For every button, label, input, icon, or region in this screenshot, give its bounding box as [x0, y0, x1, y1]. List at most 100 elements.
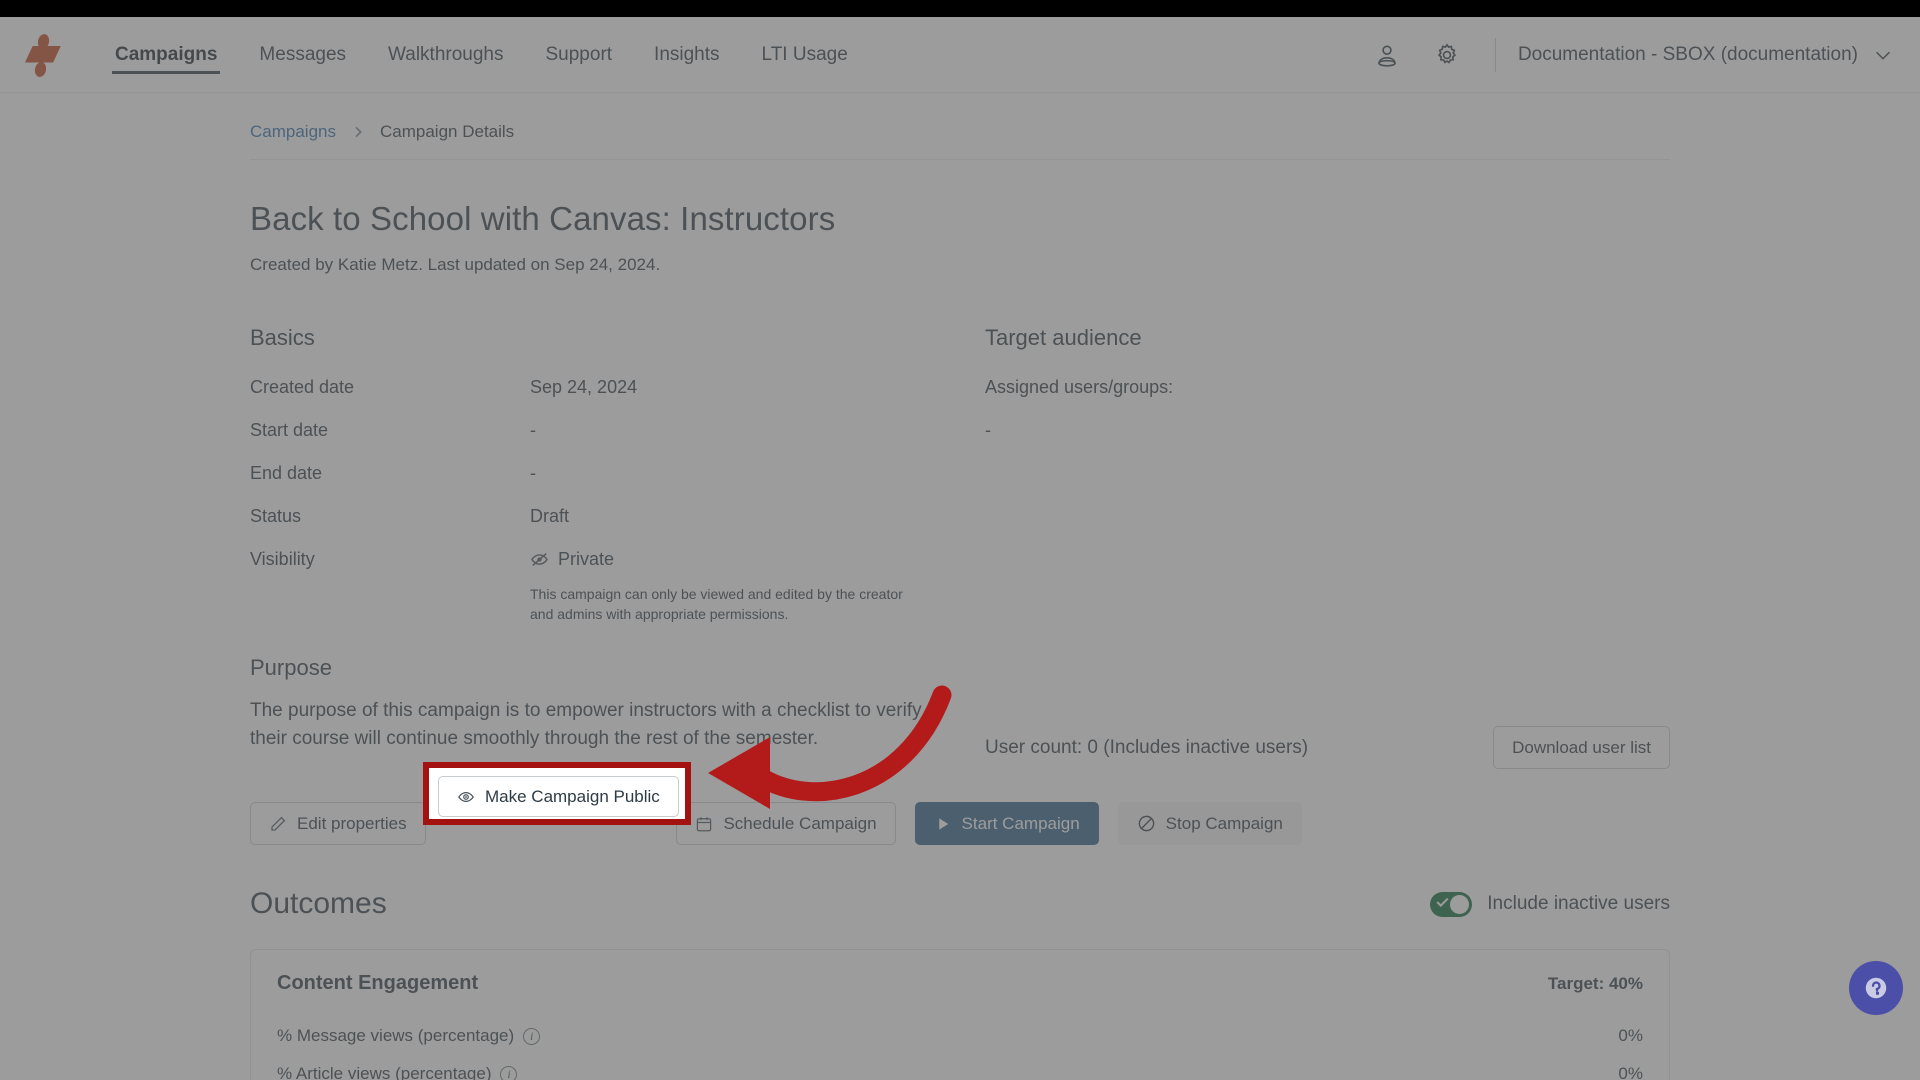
- nav-tab-support[interactable]: Support: [525, 17, 634, 93]
- app-screenshot: Campaigns Messages Walkthroughs Support …: [0, 0, 1920, 1080]
- highlight-box: Make Campaign Public: [423, 762, 691, 825]
- stop-campaign-button[interactable]: Stop Campaign: [1117, 802, 1302, 845]
- edit-properties-label: Edit properties: [297, 813, 407, 833]
- checkmark-icon: [1436, 894, 1449, 907]
- brand-logo[interactable]: [22, 32, 66, 78]
- include-inactive-users-toggle[interactable]: Include inactive users: [1430, 891, 1670, 917]
- user-count-text: User count: 0 (Includes inactive users): [985, 736, 1309, 758]
- no-entry-icon: [1138, 815, 1155, 832]
- breadcrumb-divider: [250, 159, 1670, 160]
- page-title: Back to School with Canvas: Instructors: [250, 200, 836, 237]
- visibility-value: Private: [558, 549, 615, 569]
- nav-tab-lti-usage[interactable]: LTI Usage: [741, 17, 869, 93]
- download-user-list-label: Download user list: [1512, 737, 1651, 757]
- make-campaign-public-label: Make Campaign Public: [485, 786, 660, 806]
- basics-value: -: [530, 463, 536, 483]
- make-campaign-public-button[interactable]: Make Campaign Public: [438, 776, 679, 817]
- nav-tab-campaigns[interactable]: Campaigns: [94, 17, 238, 93]
- assigned-users-value: -: [985, 420, 991, 440]
- user-icon[interactable]: [1365, 33, 1409, 77]
- nav-tab-insights[interactable]: Insights: [633, 17, 740, 93]
- nav-tab-support-label: Support: [545, 43, 613, 65]
- page-content: Campaigns Campaign Details Back to Schoo…: [0, 93, 1920, 1080]
- download-user-list-button[interactable]: Download user list: [1493, 726, 1670, 769]
- stop-campaign-label: Stop Campaign: [1165, 813, 1283, 833]
- nav-divider: [1494, 37, 1496, 72]
- info-icon[interactable]: i: [500, 1065, 518, 1080]
- assigned-users-label: Assigned users/groups:: [985, 377, 1174, 397]
- eye-slash-icon: [531, 552, 548, 567]
- assigned-users-value-row: -: [985, 420, 1670, 441]
- chat-help-icon: [1865, 977, 1887, 999]
- content-engagement-target: Target: 40%: [1547, 974, 1643, 993]
- chevron-down-icon: [1876, 51, 1890, 60]
- account-switcher[interactable]: Documentation - SBOX (documentation): [1518, 44, 1894, 66]
- basics-value: Draft: [530, 506, 570, 526]
- metric-label: % Message views (percentage): [277, 1026, 515, 1045]
- main-nav-tabs: Campaigns Messages Walkthroughs Support …: [94, 17, 869, 93]
- breadcrumb-link-campaigns[interactable]: Campaigns: [250, 122, 336, 142]
- nav-tab-lti-usage-label: LTI Usage: [761, 43, 848, 65]
- letterbox-top: [0, 0, 1920, 17]
- basics-row-created-date: Created date Sep 24, 2024: [250, 377, 985, 398]
- content-engagement-card: Content Engagement Target: 40% % Message…: [250, 949, 1670, 1080]
- toggle-switch[interactable]: [1430, 891, 1473, 917]
- page-subtitle: Created by Katie Metz. Last updated on S…: [250, 255, 661, 274]
- basics-row-start-date: Start date -: [250, 420, 985, 441]
- outcomes-header-row: Outcomes Include inactive users: [250, 887, 1670, 921]
- basics-label: Created date: [250, 377, 355, 397]
- nav-tab-messages-label: Messages: [259, 43, 347, 65]
- target-audience-heading: Target audience: [985, 325, 1142, 350]
- basics-row-visibility: Visibility Private This campaign can onl…: [250, 549, 985, 625]
- metric-row: % Message views (percentage) i 0%: [277, 1017, 1643, 1055]
- basics-heading: Basics: [250, 325, 315, 350]
- basics-label: Start date: [250, 420, 329, 440]
- metric-value: 0%: [1618, 1064, 1643, 1080]
- nav-tab-insights-label: Insights: [654, 43, 720, 65]
- metric-row: % Article views (percentage) i 0%: [277, 1055, 1643, 1080]
- chevron-right-icon: [355, 126, 362, 138]
- assigned-users-row: Assigned users/groups:: [985, 377, 1670, 398]
- edit-properties-button[interactable]: Edit properties: [250, 802, 426, 845]
- nav-tab-campaigns-label: Campaigns: [115, 43, 218, 65]
- top-navigation-bar: Campaigns Messages Walkthroughs Support …: [0, 17, 1920, 93]
- breadcrumb-current: Campaign Details: [380, 122, 515, 141]
- user-count-row: User count: 0 (Includes inactive users) …: [985, 726, 1670, 769]
- metric-value: 0%: [1618, 1026, 1643, 1045]
- nav-tab-walkthroughs-label: Walkthroughs: [388, 43, 504, 65]
- target-audience-section: Target audience Assigned users/groups: -…: [985, 325, 1670, 769]
- outcomes-heading: Outcomes: [250, 887, 387, 920]
- include-inactive-users-label: Include inactive users: [1487, 893, 1670, 914]
- eye-icon: [458, 791, 474, 802]
- details-columns: Basics Created date Sep 24, 2024 Start d…: [250, 325, 1670, 769]
- pencil-icon: [271, 816, 286, 831]
- basics-label: Status: [250, 506, 302, 526]
- start-campaign-button[interactable]: Start Campaign: [914, 802, 1099, 845]
- breadcrumb: Campaigns Campaign Details: [250, 93, 1670, 149]
- calendar-icon: [697, 816, 712, 831]
- basics-row-status: Status Draft: [250, 506, 985, 527]
- help-chat-button[interactable]: [1849, 961, 1903, 1015]
- nav-tab-walkthroughs[interactable]: Walkthroughs: [367, 17, 524, 93]
- info-icon[interactable]: i: [523, 1027, 541, 1045]
- visibility-note: This campaign can only be viewed and edi…: [530, 586, 903, 623]
- start-campaign-label: Start Campaign: [961, 813, 1080, 833]
- basics-label: End date: [250, 463, 323, 483]
- play-icon: [938, 817, 948, 830]
- toggle-knob: [1450, 894, 1470, 914]
- nav-right-cluster: Documentation - SBOX (documentation): [1357, 17, 1920, 93]
- basics-row-end-date: End date -: [250, 463, 985, 484]
- gear-icon[interactable]: [1425, 33, 1469, 77]
- basics-value: -: [530, 420, 536, 440]
- purpose-heading: Purpose: [250, 654, 332, 680]
- account-label: Documentation - SBOX (documentation): [1517, 43, 1858, 65]
- schedule-campaign-label: Schedule Campaign: [723, 813, 877, 833]
- basics-value: Sep 24, 2024: [530, 377, 638, 397]
- content-engagement-title: Content Engagement: [277, 972, 479, 994]
- basics-section: Basics Created date Sep 24, 2024 Start d…: [250, 325, 985, 769]
- visibility-label: Visibility: [250, 549, 315, 569]
- metric-label: % Article views (percentage): [277, 1064, 492, 1080]
- nav-tab-messages[interactable]: Messages: [238, 17, 367, 93]
- schedule-campaign-button[interactable]: Schedule Campaign: [676, 802, 896, 845]
- purpose-text: The purpose of this campaign is to empow…: [250, 699, 922, 750]
